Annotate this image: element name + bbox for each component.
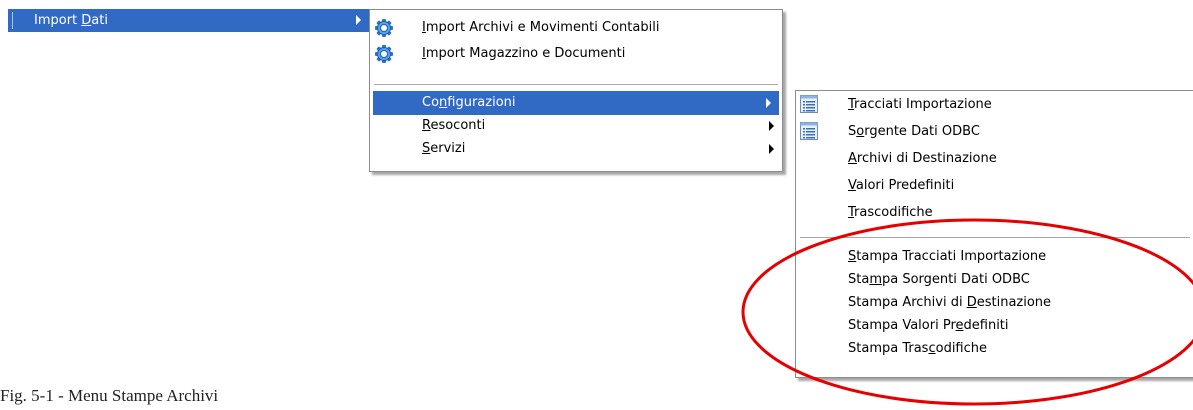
menu-item[interactable]: Import Archivi e Movimenti Contabili (370, 16, 782, 40)
menu-item-label: Tracciati Importazione (848, 97, 992, 112)
gear-icon (374, 44, 394, 73)
menu-item[interactable]: Import Magazzino e Documenti (370, 42, 782, 66)
item-divider (12, 12, 13, 29)
submenu-arrow-icon (766, 98, 771, 108)
menu-item-label: Archivi di Destinazione (848, 151, 997, 166)
menu-item[interactable]: Tracciati Importazione (796, 93, 1193, 117)
menu-item[interactable]: Servizi (370, 137, 782, 161)
figure-caption: Fig. 5-1 - Menu Stampe Archivi (0, 386, 219, 405)
menu-item-label: Import Magazzino e Documenti (422, 46, 626, 61)
menu-item[interactable]: Sorgente Dati ODBC (796, 120, 1193, 144)
menu-item-import-dati[interactable]: Import Dati (8, 9, 369, 32)
menu-item[interactable]: Valori Predefiniti (796, 174, 1193, 198)
menu-separator (374, 84, 778, 85)
menu-item-label: Configurazioni (422, 95, 516, 110)
menu-item-label: Import Archivi e Movimenti Contabili (422, 20, 660, 35)
menu-item-label: Sorgente Dati ODBC (848, 124, 980, 139)
submenu-arrow-icon (769, 144, 774, 154)
menu-item[interactable]: Resoconti (370, 114, 782, 138)
menu-item-label: Resoconti (422, 118, 486, 133)
highlight-ellipse (741, 218, 1193, 406)
menu-item-label: Servizi (422, 141, 466, 156)
list-icon (800, 95, 818, 122)
menu-item-label: Import Dati (34, 13, 108, 28)
submenu-arrow-icon (769, 121, 774, 131)
menu-item-label: Valori Predefiniti (848, 178, 955, 193)
menu-item[interactable]: Archivi di Destinazione (796, 147, 1193, 171)
menu-item[interactable]: Configurazioni (373, 91, 779, 115)
submenu-arrow-icon (356, 15, 361, 25)
import-dati-submenu: Import Archivi e Movimenti Contabili Impo… (369, 9, 783, 172)
list-icon (800, 122, 818, 149)
